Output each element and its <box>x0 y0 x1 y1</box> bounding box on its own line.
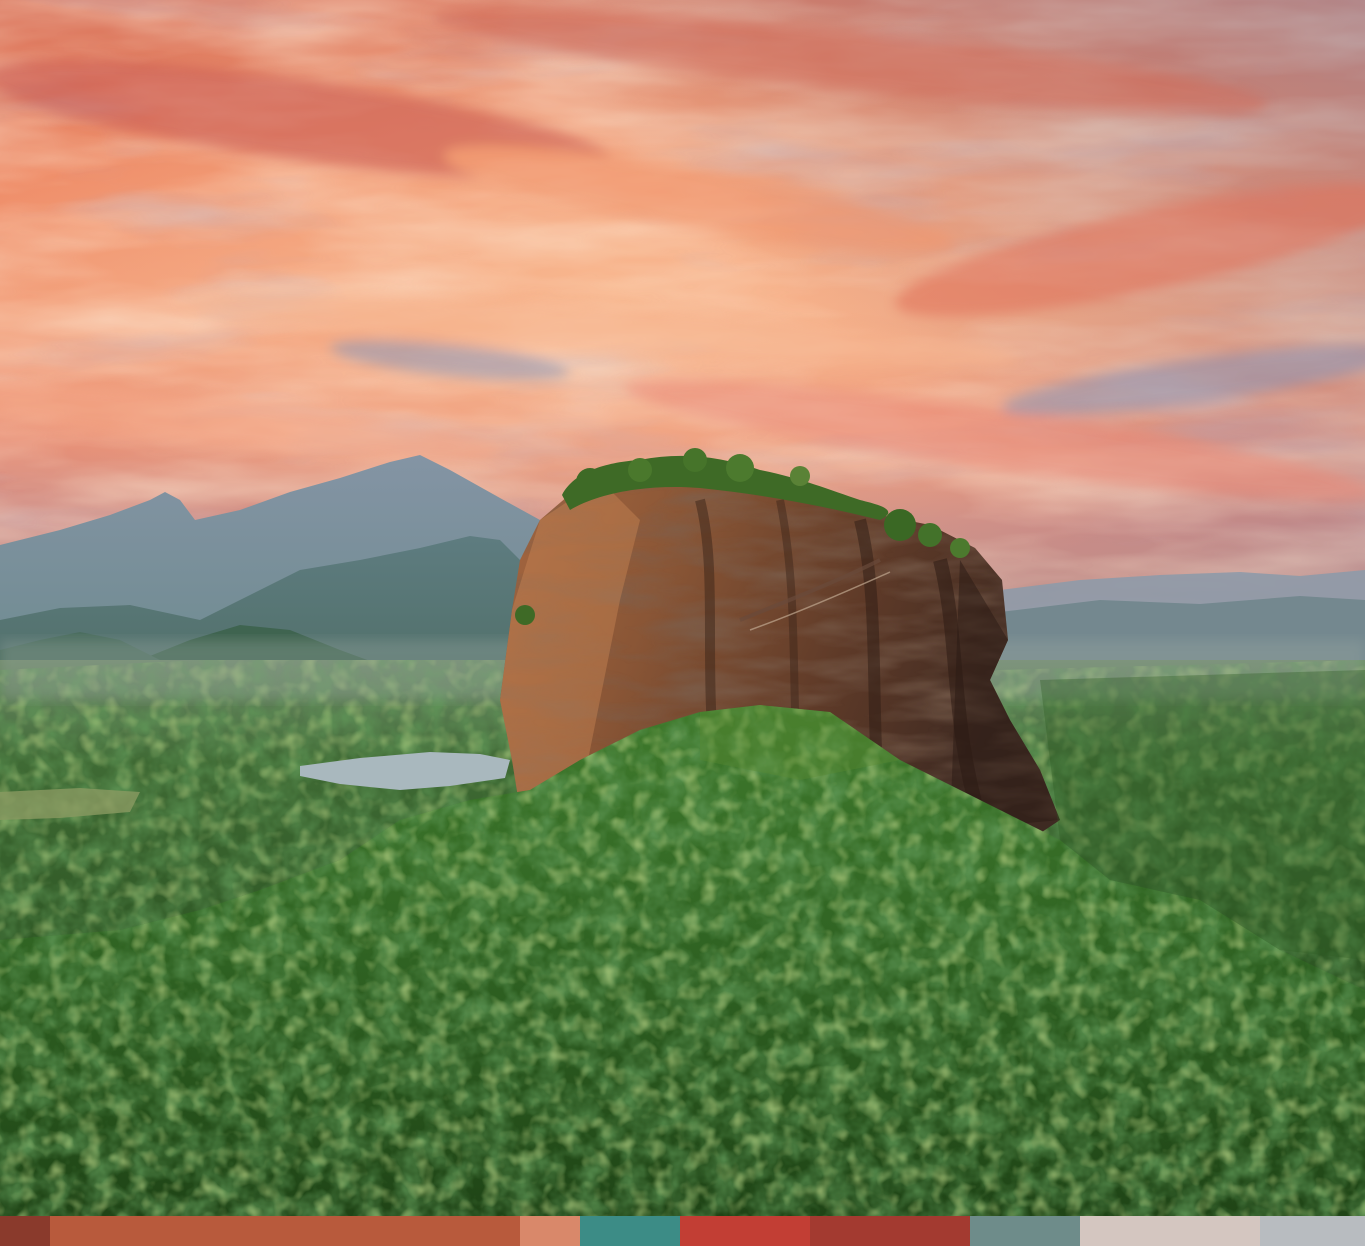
strip-segment <box>970 1216 1080 1246</box>
landscape-image <box>0 0 1365 1216</box>
strip-segment <box>1080 1216 1260 1246</box>
strip-segment <box>50 1216 520 1246</box>
strip-segment <box>680 1216 810 1246</box>
strip-segment <box>520 1216 580 1246</box>
strip-segment <box>580 1216 680 1246</box>
next-image-strip <box>0 1216 1365 1246</box>
strip-segment <box>810 1216 970 1246</box>
strip-segment <box>1260 1216 1365 1246</box>
hero-photo <box>0 0 1365 1216</box>
strip-segment <box>0 1216 50 1246</box>
